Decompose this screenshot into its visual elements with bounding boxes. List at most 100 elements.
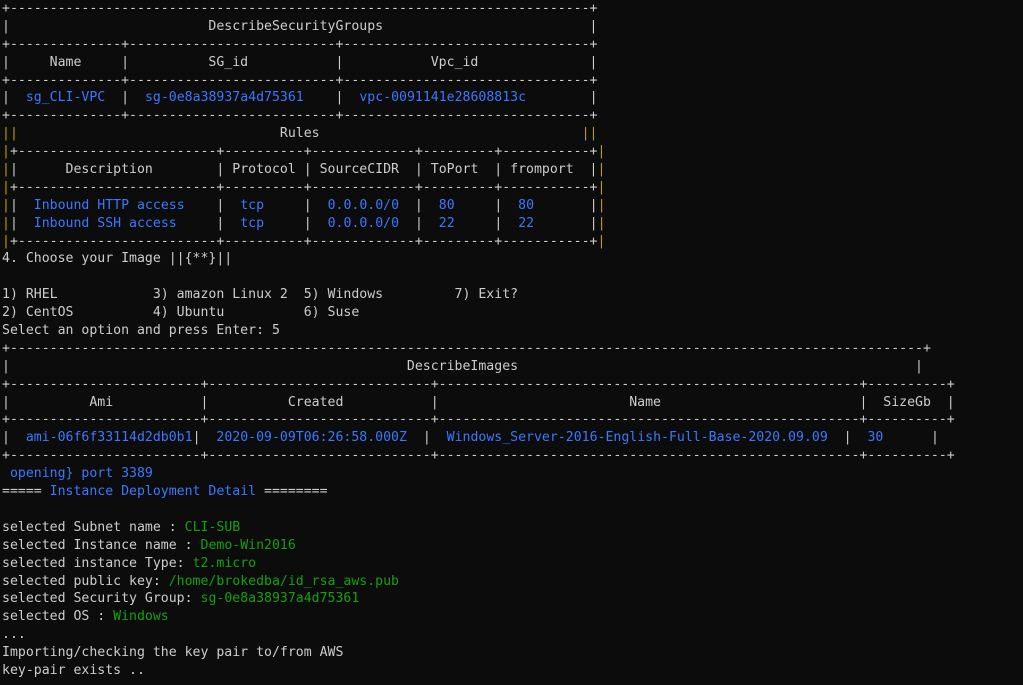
terminal-text-segment: sg_CLI-VPC bbox=[25, 90, 106, 106]
terminal-line: +--------------+------------------------… bbox=[2, 72, 1023, 90]
terminal-text-segment: | bbox=[399, 197, 439, 213]
terminal-text-segment: 0.0.0.0/0 bbox=[327, 215, 400, 231]
terminal-text-segment: | bbox=[2, 90, 26, 106]
terminal-text-segment: +-------------------------+----------+--… bbox=[9, 144, 598, 160]
terminal-line: +---------------------------------------… bbox=[2, 340, 1023, 358]
terminal-text-segment: | bbox=[2, 215, 10, 231]
terminal-text-segment: Select an option and press Enter: 5 bbox=[2, 323, 280, 339]
terminal-line: selected public key: /home/brokedba/id_r… bbox=[2, 573, 1023, 591]
terminal-text-segment: | bbox=[406, 430, 447, 446]
terminal-text-segment: | bbox=[9, 215, 34, 231]
terminal-line: || Inbound HTTP access | tcp | 0.0.0.0/0… bbox=[2, 197, 1023, 215]
terminal-text-segment: | DescribeSecurityGroups | bbox=[2, 18, 598, 34]
terminal-text-segment: Demo-Win2016 bbox=[200, 537, 296, 553]
terminal-text-segment: +--------------+------------------------… bbox=[2, 108, 598, 124]
terminal-text-segment: Inbound SSH access bbox=[33, 215, 177, 231]
terminal-text-segment: +---------------------------------------… bbox=[2, 1, 598, 16]
terminal-text-segment: ======== bbox=[256, 484, 328, 500]
terminal-text-segment: Inbound HTTP access bbox=[33, 197, 185, 213]
terminal-text-segment: | bbox=[105, 90, 145, 106]
terminal-text-segment: ... bbox=[2, 627, 26, 643]
terminal-text-segment: +--------------+------------------------… bbox=[2, 72, 598, 88]
terminal-text-segment: /home/brokedba/id_rsa_aws.pub bbox=[168, 573, 399, 589]
terminal-text-segment: | bbox=[9, 197, 34, 213]
terminal-text-segment: | bbox=[176, 215, 241, 231]
terminal-text-segment: 22 bbox=[518, 215, 535, 231]
terminal-line: +--------------+------------------------… bbox=[2, 36, 1023, 54]
terminal-line: selected OS : Windows bbox=[2, 608, 1023, 626]
terminal-text-segment: | bbox=[2, 162, 10, 178]
terminal-text-segment: | bbox=[264, 215, 328, 231]
terminal-text-segment: | bbox=[883, 430, 939, 446]
terminal-text-segment: Windows bbox=[113, 609, 169, 625]
terminal-text-segment: selected public key: bbox=[2, 573, 169, 589]
terminal-text-segment: | bbox=[184, 197, 241, 213]
terminal-text-segment: | Ami | Created | Name | SizeGb | bbox=[2, 394, 955, 410]
terminal-line: selected instance Type: t2.micro bbox=[2, 555, 1023, 573]
terminal-line: selected Subnet name : CLI-SUB bbox=[2, 519, 1023, 537]
terminal-text-segment: 2020-09-09T06:26:58.000Z bbox=[216, 430, 407, 446]
terminal-text-segment: 0.0.0.0/0 bbox=[327, 197, 400, 213]
terminal-line: Select an option and press Enter: 5 bbox=[2, 322, 1023, 340]
terminal-line: || Inbound SSH access | tcp | 0.0.0.0/0 … bbox=[2, 215, 1023, 233]
terminal-text-segment: | bbox=[264, 197, 328, 213]
terminal-line: | Name | SG_id | Vpc_id | bbox=[2, 54, 1023, 72]
terminal-line: | ami-06f6f33114d2db0b1| 2020-09-09T06:2… bbox=[2, 429, 1023, 447]
terminal-text-segment: | bbox=[526, 90, 598, 106]
terminal-text-segment: selected OS : bbox=[2, 609, 114, 625]
terminal-text-segment: | bbox=[192, 430, 217, 446]
terminal-text-segment: | bbox=[2, 197, 10, 213]
terminal-line: |+-------------------------+----------+-… bbox=[2, 179, 1023, 197]
terminal-line: | DescribeImages | bbox=[2, 358, 1023, 376]
terminal-line: 2) CentOS 4) Ubuntu 6) Suse bbox=[2, 304, 1023, 322]
terminal-line: | Ami | Created | Name | SizeGb | bbox=[2, 394, 1023, 412]
terminal-text-segment: | bbox=[534, 197, 598, 213]
terminal-line: |+-------------------------+----------+-… bbox=[2, 143, 1023, 161]
terminal-text-segment: 1) RHEL 3) amazon Linux 2 5) Windows 7) … bbox=[2, 287, 519, 303]
terminal-text-segment: tcp bbox=[240, 215, 265, 231]
terminal-text-segment: | Name | SG_id | Vpc_id | bbox=[2, 54, 598, 70]
terminal-text-segment: +---------------------------------------… bbox=[2, 340, 931, 356]
terminal-line: 1) RHEL 3) amazon Linux 2 5) Windows 7) … bbox=[2, 286, 1023, 304]
terminal-text-segment: ami-06f6f33114d2db0b1 bbox=[25, 430, 193, 446]
terminal-text-segment: 2) CentOS 4) Ubuntu 6) Suse bbox=[2, 305, 360, 321]
terminal-text-segment: +------------------------+--------------… bbox=[2, 412, 955, 428]
terminal-text-segment: | bbox=[454, 215, 519, 231]
terminal-text-segment: | bbox=[2, 144, 10, 160]
terminal-text-segment: t2.micro bbox=[192, 555, 257, 571]
terminal-line: +------------------------+--------------… bbox=[2, 376, 1023, 394]
terminal-text-segment: | bbox=[827, 430, 868, 446]
terminal-text-segment: | bbox=[597, 179, 606, 195]
terminal-text-segment: opening} port 3389 bbox=[2, 466, 153, 482]
terminal-text-segment: Rules bbox=[17, 126, 582, 142]
terminal-line: +------------------------+--------------… bbox=[2, 447, 1023, 465]
terminal-text-segment: +------------------------+--------------… bbox=[2, 448, 955, 464]
terminal-line: | sg_CLI-VPC | sg-0e8a38937a4d75361 | vp… bbox=[2, 89, 1023, 107]
terminal-text-segment: || bbox=[581, 126, 598, 142]
terminal-text-segment: 4. Choose your Image ||{**}|| bbox=[2, 251, 233, 267]
terminal-text-segment: sg-0e8a38937a4d75361 bbox=[144, 90, 304, 106]
terminal-text-segment: vpc-0091141e28608813c bbox=[359, 90, 527, 106]
terminal-text-segment: || bbox=[2, 126, 18, 142]
terminal-window[interactable]: +---------------------------------------… bbox=[0, 0, 1023, 685]
terminal-text-segment: tcp bbox=[240, 197, 265, 213]
terminal-line: opening} port 3389 bbox=[2, 465, 1023, 483]
terminal-line: |+-------------------------+----------+-… bbox=[2, 233, 1023, 251]
terminal-text-segment: | bbox=[454, 197, 519, 213]
terminal-line: 4. Choose your Image ||{**}|| bbox=[2, 250, 1023, 268]
terminal-text-segment: selected instance Type: bbox=[2, 555, 193, 571]
terminal-text-segment: selected Security Group: bbox=[2, 591, 201, 607]
terminal-text-segment: | bbox=[2, 430, 26, 446]
terminal-text-segment: | bbox=[534, 215, 598, 231]
terminal-line: | DescribeSecurityGroups | bbox=[2, 18, 1023, 36]
terminal-text-segment: 80 bbox=[518, 197, 535, 213]
terminal-text-segment: +------------------------+--------------… bbox=[2, 376, 955, 392]
terminal-line: selected Instance name : Demo-Win2016 bbox=[2, 537, 1023, 555]
terminal-text-segment: | bbox=[597, 215, 606, 231]
terminal-text-segment: | bbox=[2, 233, 10, 249]
terminal-line: ... bbox=[2, 626, 1023, 644]
terminal-text-segment: 22 bbox=[438, 215, 455, 231]
terminal-text-segment: selected Subnet name : bbox=[2, 519, 185, 535]
terminal-text-segment: CLI-SUB bbox=[184, 519, 241, 535]
